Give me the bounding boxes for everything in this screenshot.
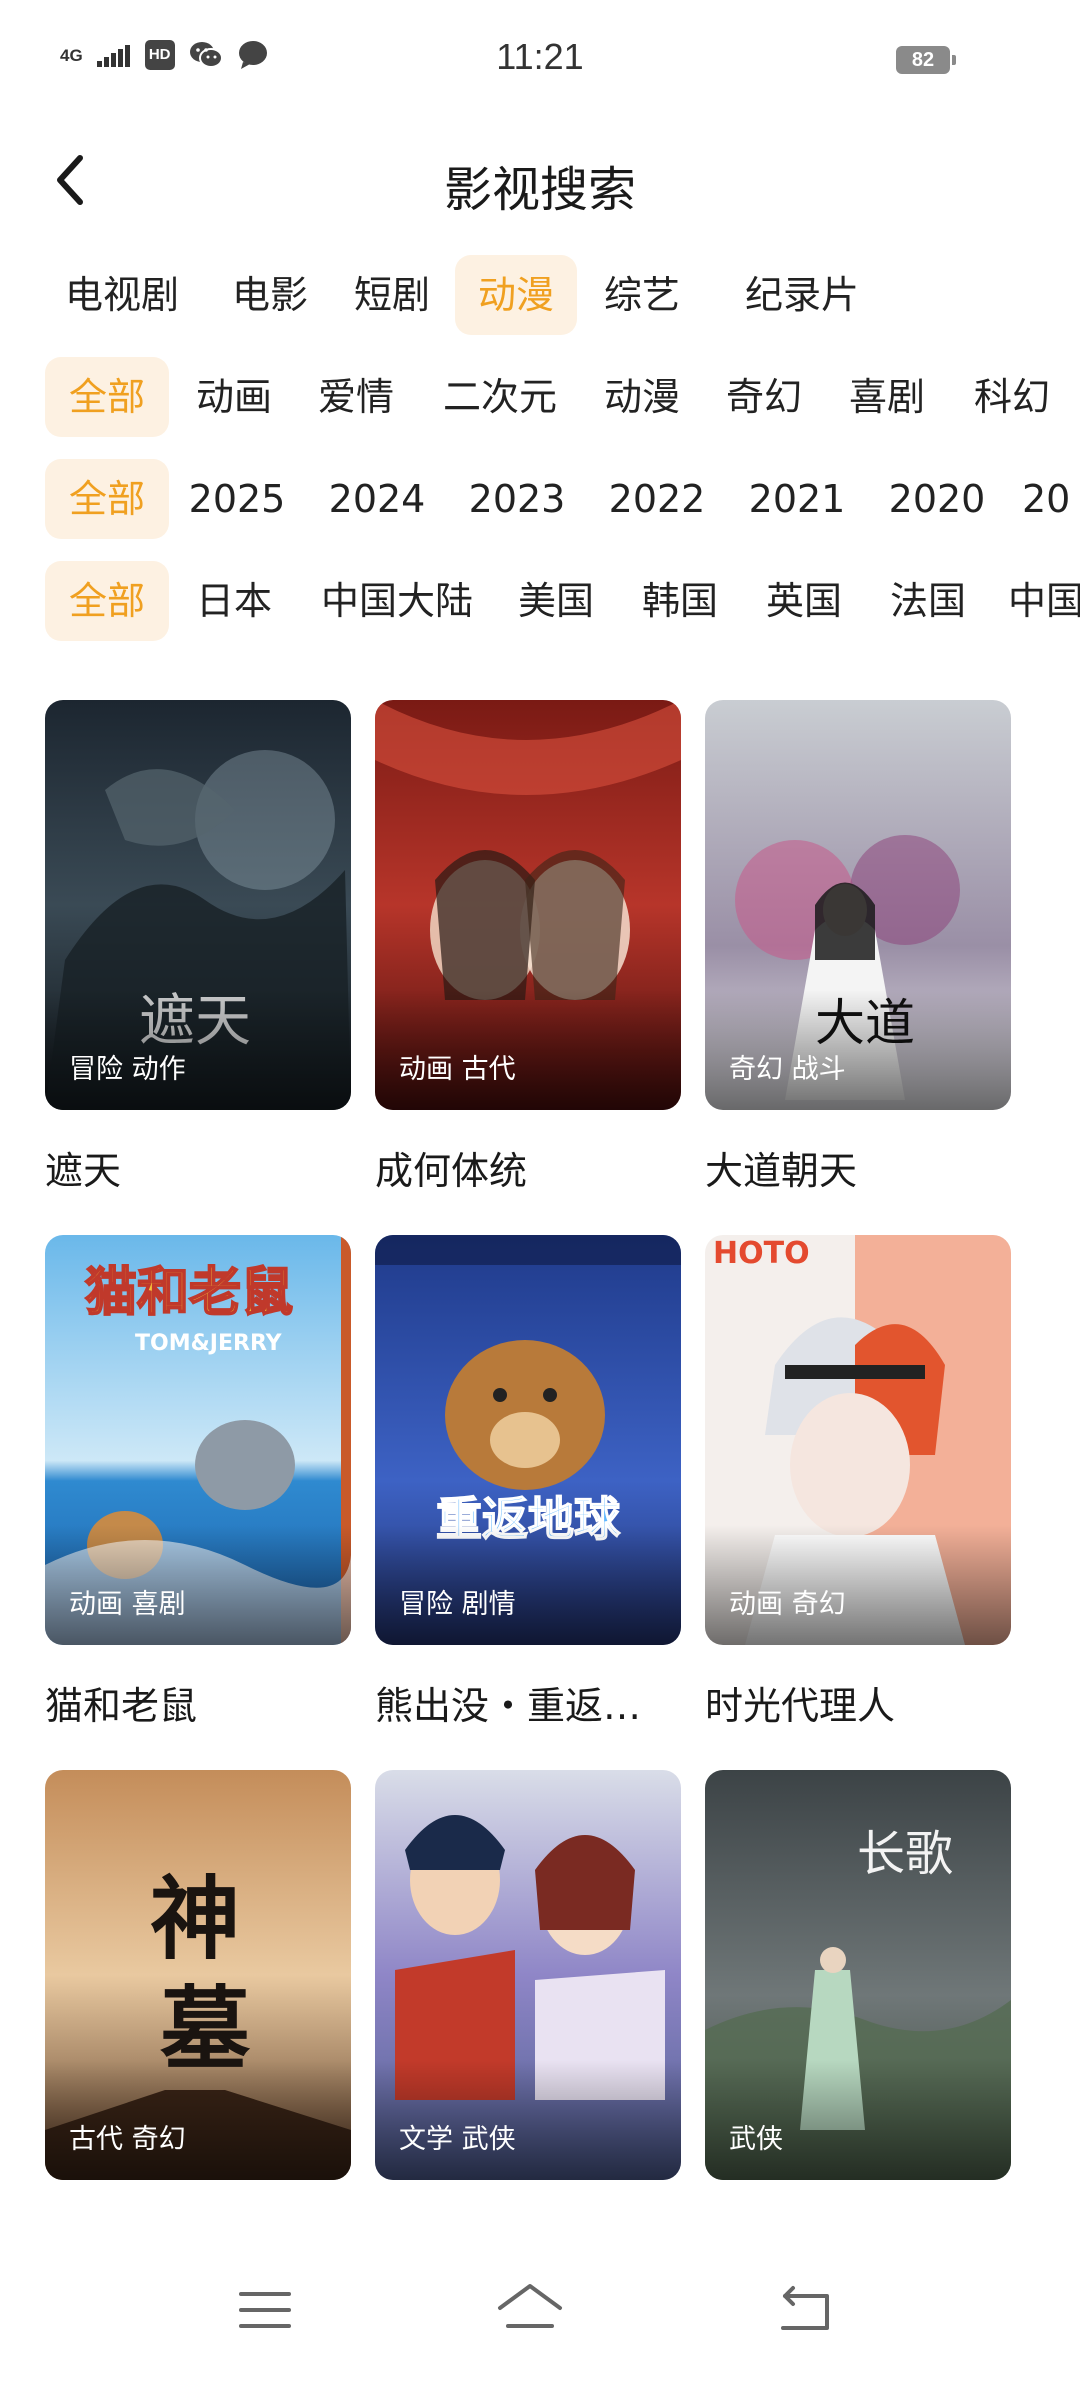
menu-button[interactable]: [225, 2270, 305, 2350]
home-button[interactable]: [490, 2270, 570, 2350]
year-chip[interactable]: 2021: [742, 459, 852, 539]
region-chip[interactable]: 中国: [1008, 561, 1080, 641]
poster-image: 猫和老鼠 TOM&JERRY 动画 喜剧: [45, 1235, 351, 1645]
page-title: 影视搜索: [443, 162, 636, 218]
year-chip[interactable]: 20: [1022, 459, 1080, 539]
genre-chip[interactable]: 奇幻: [712, 357, 816, 437]
type-tab[interactable]: 综艺: [590, 255, 694, 335]
card-title: 猫和老鼠: [45, 1684, 198, 1728]
year-chip[interactable]: 2025: [182, 459, 292, 539]
media-card[interactable]: 遮天 冒险 动作 遮天: [45, 700, 351, 1195]
top-nav: 影视搜索: [0, 130, 1080, 230]
type-tab-selected[interactable]: 动漫: [455, 255, 577, 335]
return-icon: [781, 2286, 829, 2330]
poster-image: 重返地球 冒险 剧情: [375, 1235, 681, 1645]
poster-image: 动画 古代: [375, 700, 681, 1110]
genre-chip-selected[interactable]: 全部: [45, 357, 169, 437]
media-card[interactable]: 长歌 武侠 长歌行: [705, 1770, 1011, 2265]
card-title: 熊出没・重返…: [375, 1684, 642, 1728]
region-chip[interactable]: 日本: [182, 561, 286, 641]
media-card[interactable]: 文学 武侠 神雕侠侣: [375, 1770, 681, 2265]
svg-text:神: 神: [150, 1866, 240, 1972]
svg-text:HOTO: HOTO: [713, 1236, 810, 1271]
svg-text:长歌: 长歌: [857, 1826, 953, 1882]
card-title: 遮天: [45, 1149, 122, 1193]
region-chip[interactable]: 英国: [752, 561, 856, 641]
media-card[interactable]: 猫和老鼠 TOM&JERRY 动画 喜剧 猫和老鼠: [45, 1235, 351, 1730]
media-card[interactable]: 动画 古代 成何体统: [375, 700, 681, 1195]
svg-text:猫和老鼠: 猫和老鼠: [85, 1263, 293, 1323]
region-chip[interactable]: 美国: [504, 561, 608, 641]
media-card[interactable]: 神 墓 古代 奇幻 神墓: [45, 1770, 351, 2265]
genre-chip[interactable]: 喜剧: [835, 357, 939, 437]
home-icon: [498, 2284, 562, 2328]
year-chip[interactable]: 2020: [882, 459, 992, 539]
region-chip[interactable]: 韩国: [628, 561, 732, 641]
back-nav-button[interactable]: [765, 2270, 845, 2350]
region-row: 全部 日本 中国大陆 美国 韩国 英国 法国 中国: [0, 561, 1080, 641]
region-chip-selected[interactable]: 全部: [45, 561, 169, 641]
year-chip[interactable]: 2022: [602, 459, 712, 539]
genre-chip[interactable]: 动画: [182, 357, 286, 437]
genre-chip[interactable]: 动漫: [590, 357, 694, 437]
poster-image: 长歌 武侠: [705, 1770, 1011, 2180]
system-nav-bar: [0, 2220, 1080, 2400]
media-card[interactable]: HOTO 动画 奇幻 时光代理人: [705, 1235, 1011, 1730]
poster-image: 大道 奇幻 战斗: [705, 700, 1011, 1110]
type-tab[interactable]: 电视剧: [52, 255, 192, 335]
poster-image: HOTO 动画 奇幻: [705, 1235, 1011, 1645]
genre-chip[interactable]: 科幻: [960, 357, 1064, 437]
category-type-row: 电视剧 电影 短剧 动漫 综艺 纪录片: [0, 255, 1080, 335]
poster-image: 文学 武侠: [375, 1770, 681, 2180]
card-title: 大道朝天: [705, 1149, 858, 1193]
poster-tags: 冒险 剧情: [399, 1589, 516, 1620]
status-bar: 4G HD 11:21 82: [0, 0, 1080, 120]
year-chip-selected[interactable]: 全部: [45, 459, 169, 539]
poster-tags: 奇幻 战斗: [729, 1054, 846, 1085]
year-row: 全部 2025 2024 2023 2022 2021 2020 20: [0, 459, 1080, 539]
poster-tags: 文学 武侠: [399, 2124, 516, 2155]
media-card[interactable]: 大道 奇幻 战斗 大道朝天: [705, 700, 1011, 1195]
svg-text:TOM&JERRY: TOM&JERRY: [135, 1331, 283, 1356]
poster-tags: 武侠: [729, 2124, 783, 2155]
poster-tags: 动画 喜剧: [69, 1589, 186, 1620]
card-title: 时光代理人: [705, 1684, 896, 1728]
genre-row: 全部 动画 爱情 二次元 动漫 奇幻 喜剧 科幻: [0, 357, 1080, 437]
genre-chip[interactable]: 二次元: [430, 357, 570, 437]
poster-image: 神 墓 古代 奇幻: [45, 1770, 351, 2180]
menu-icon: [239, 2292, 291, 2328]
type-tab[interactable]: 短剧: [340, 255, 444, 335]
poster-tags: 古代 奇幻: [69, 2124, 186, 2155]
card-title: 成何体统: [375, 1149, 528, 1193]
type-tab[interactable]: 纪录片: [718, 255, 886, 335]
poster-tags: 动画 古代: [399, 1054, 516, 1085]
genre-chip[interactable]: 爱情: [304, 357, 408, 437]
poster-tags: 冒险 动作: [69, 1054, 186, 1085]
region-chip[interactable]: 中国大陆: [312, 561, 482, 641]
year-chip[interactable]: 2024: [322, 459, 432, 539]
year-chip[interactable]: 2023: [462, 459, 572, 539]
type-tab[interactable]: 电影: [218, 255, 322, 335]
region-chip[interactable]: 法国: [876, 561, 980, 641]
poster-image: 遮天 冒险 动作: [45, 700, 351, 1110]
poster-tags: 动画 奇幻: [729, 1589, 846, 1620]
media-card[interactable]: 重返地球 冒险 剧情 熊出没・重返…: [375, 1235, 681, 1730]
battery-icon: 82: [896, 46, 956, 74]
